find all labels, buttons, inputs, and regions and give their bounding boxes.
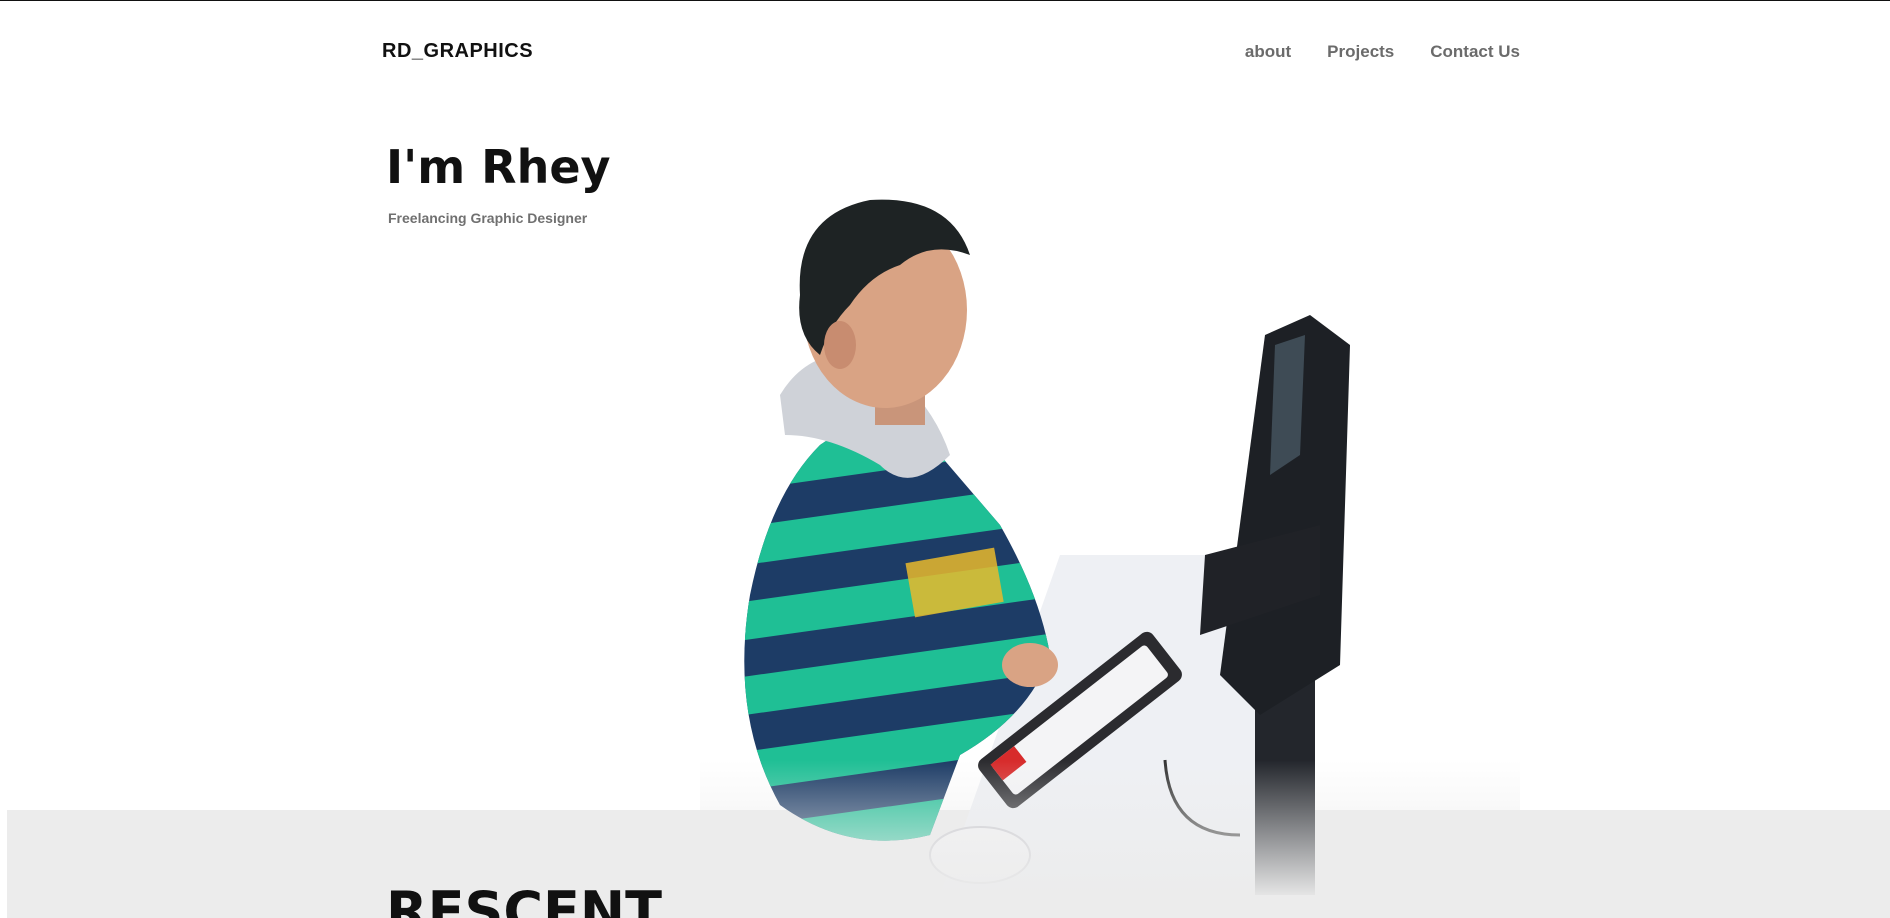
monitor-screen: [1270, 335, 1305, 475]
main-nav: about Projects Contact Us: [1245, 42, 1520, 62]
hand: [1002, 643, 1058, 687]
ear: [824, 321, 856, 369]
page: RD_GRAPHICS about Projects Contact Us I'…: [0, 0, 1890, 918]
nav-contact-link[interactable]: Contact Us: [1430, 42, 1520, 62]
nav-about-link[interactable]: about: [1245, 42, 1291, 62]
hero-subtitle: Freelancing Graphic Designer: [388, 210, 588, 226]
mouse: [929, 826, 1031, 884]
brand-logo-link[interactable]: RD_GRAPHICS: [382, 40, 533, 63]
recent-heading: RESCENT: [386, 880, 662, 918]
nav-projects-link[interactable]: Projects: [1327, 42, 1394, 62]
designer-at-desk-illustration: [744, 199, 1350, 895]
hero-title: I'm Rhey: [386, 140, 611, 194]
top-divider: [0, 0, 1890, 1]
